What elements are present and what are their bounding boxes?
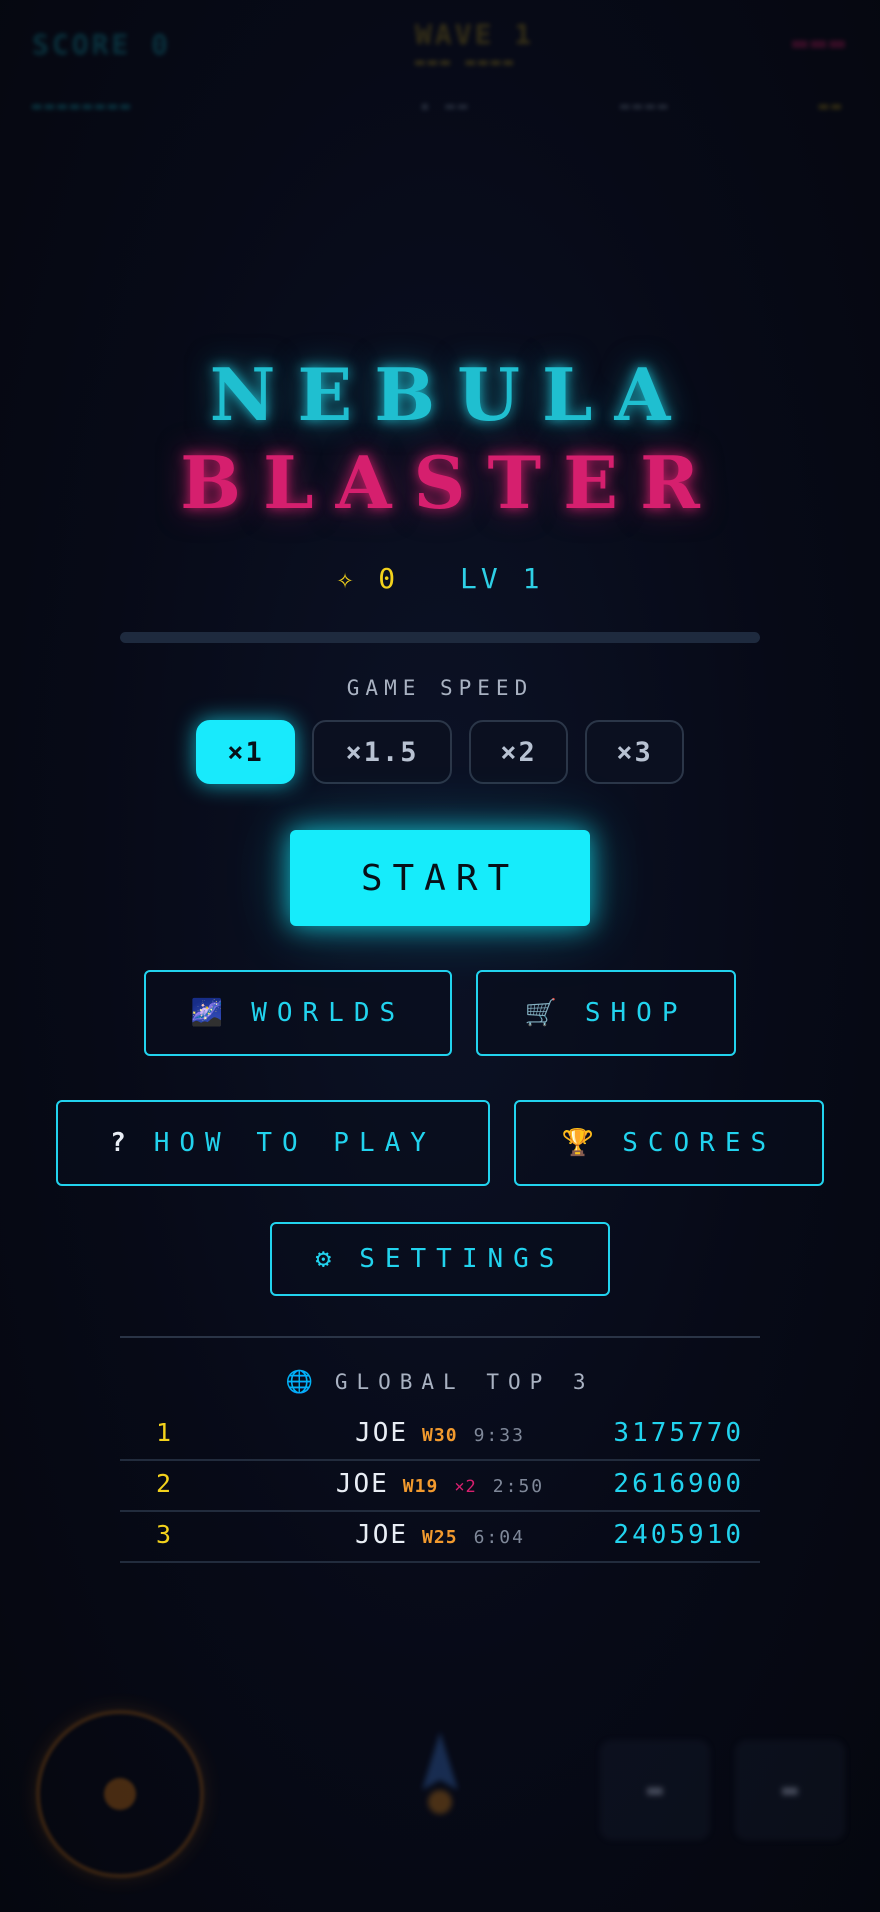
run-time: 9:33 [473, 1425, 525, 1446]
cart-icon: 🛒 [524, 998, 557, 1028]
start-button[interactable]: START [290, 830, 590, 926]
game-speed-label: GAME SPEED [346, 676, 534, 700]
joystick-faded [36, 1710, 204, 1878]
game-speed-selector: ×1 ×1.5 ×2 ×3 [0, 720, 880, 784]
leaderboard-title: 🌐 GLOBAL TOP 3 [0, 1370, 880, 1395]
speed-multiplier: ×2 [454, 1477, 477, 1497]
player-ship-icon [410, 1730, 470, 1824]
score-value: 3175770 [613, 1418, 744, 1448]
run-time: 2:50 [492, 1476, 545, 1497]
scores-label: SCORES [622, 1128, 777, 1158]
leaderboard-row: 3 JOE W25 6:04 2405910 [120, 1512, 760, 1563]
game-title-line-2: BLASTER [180, 440, 722, 525]
hud-health-faded: ▬▬▬ [792, 28, 848, 58]
hud-wave-faded: WAVE 1 [415, 18, 535, 51]
score-value: 2616900 [613, 1469, 744, 1499]
action-button-faded: ▬ [600, 1740, 710, 1840]
wave-reached: W30 [422, 1425, 458, 1446]
speed-option-2x[interactable]: ×2 [469, 720, 568, 784]
question-icon: ? [110, 1128, 126, 1158]
speed-option-3x[interactable]: ×3 [585, 720, 684, 784]
coin-count: ✧ 0 [336, 562, 400, 595]
action-button-faded: ▬ [735, 1740, 845, 1840]
hud-timer-faded: ▬▬▬▬ [620, 96, 671, 115]
scores-button[interactable]: 🏆 SCORES [514, 1100, 824, 1186]
run-time: 6:04 [473, 1527, 525, 1548]
shop-label: SHOP [584, 998, 688, 1028]
hud-wave-sub-faded: ▬▬▬ ▬▬▬▬ [415, 52, 517, 71]
joystick-knob [104, 1778, 136, 1810]
player-name: JOE [355, 1418, 409, 1448]
leaderboard-title-text: GLOBAL TOP 3 [334, 1370, 595, 1394]
how-to-play-button[interactable]: ? HOW TO PLAY [56, 1100, 490, 1186]
player-name: JOE [355, 1520, 409, 1550]
score-value: 2405910 [613, 1520, 744, 1550]
gear-icon: ⚙ [315, 1244, 332, 1274]
hud-bar-faded: ▬▬▬▬▬▬▬▬ [32, 96, 134, 115]
xp-progress-bar [120, 632, 760, 643]
settings-label: SETTINGS [359, 1244, 565, 1274]
hud-coins-faded: ▬▬ [818, 96, 844, 115]
globe-icon: 🌐 [285, 1370, 313, 1395]
worlds-button[interactable]: 🌌 WORLDS [144, 970, 452, 1056]
wave-reached: W19 [402, 1476, 439, 1497]
player-stats: ✧ 0 LV 1 [0, 562, 880, 595]
settings-button[interactable]: ⚙ SETTINGS [270, 1222, 610, 1296]
player-level: LV 1 [460, 562, 544, 595]
speed-option-1x[interactable]: ×1 [196, 720, 295, 784]
player-name: JOE [335, 1469, 389, 1499]
galaxy-icon: 🌌 [190, 998, 224, 1028]
how-to-play-label: HOW TO PLAY [153, 1128, 436, 1158]
hud-multiplier-faded: ▪ ▬▬ [420, 96, 471, 115]
leaderboard-row: 2 JOE W19 ×2 2:50 2616900 [120, 1461, 760, 1512]
trophy-icon: 🏆 [561, 1128, 595, 1158]
shop-button[interactable]: 🛒 SHOP [476, 970, 736, 1056]
divider [120, 1336, 760, 1338]
leaderboard-table: 1 JOE W30 9:33 3175770 2 JOE W19 ×2 2:50 2616… [120, 1410, 760, 1563]
background-hud: SCORE 0 WAVE 1 ▬▬▬ ▬▬▬▬ ▬▬▬ ▬▬▬▬▬▬▬▬ ▪ ▬… [0, 0, 880, 140]
game-title-line-1: NEBULA [209, 352, 693, 437]
hud-score-faded: SCORE 0 [32, 28, 172, 61]
worlds-label: WORLDS [251, 998, 406, 1028]
speed-option-1-5x[interactable]: ×1.5 [312, 720, 452, 784]
leaderboard-row: 1 JOE W30 9:33 3175770 [120, 1410, 760, 1461]
wave-reached: W25 [422, 1527, 458, 1548]
